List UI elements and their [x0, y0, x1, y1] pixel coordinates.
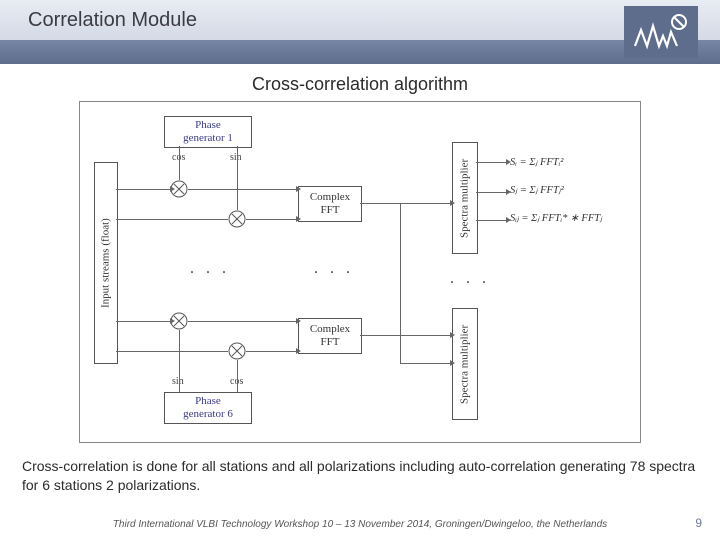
input-streams-block: Input streams (float): [94, 162, 118, 364]
wire: [360, 335, 450, 336]
block-diagram: Input streams (float) Phase generator 1 …: [79, 101, 641, 443]
equation-sj: Sⱼ = Σⱼ FFTⱼ²: [510, 184, 564, 196]
sin-label-top: sin: [230, 152, 242, 163]
wire: [179, 146, 180, 180]
wire: [476, 162, 506, 163]
wire: [400, 203, 401, 363]
equation-sij: Sᵢⱼ = Σⱼ FFTᵢ* ∗ FFTⱼ: [510, 212, 602, 224]
header-bar: [0, 40, 720, 64]
wire: [188, 321, 296, 322]
complex-fft-1: Complex FFT: [298, 186, 362, 222]
multiplier-icon: [228, 210, 246, 228]
sin-label-bottom: sin: [172, 376, 184, 387]
institute-logo: [624, 6, 698, 58]
complex-fft-2: Complex FFT: [298, 318, 362, 354]
wire: [116, 351, 228, 352]
wire: [400, 363, 450, 364]
diagram-title: Cross-correlation algorithm: [0, 74, 720, 95]
spectra-multiplier-1: Spectra multiplier: [452, 142, 478, 254]
caption-text: Cross-correlation is done for all statio…: [22, 457, 698, 495]
wire: [179, 330, 180, 392]
wire: [116, 321, 170, 322]
equation-si: Sᵢ = Σⱼ FFTᵢ²: [510, 156, 563, 168]
page-title: Correlation Module: [28, 9, 197, 32]
phase-generator-1: Phase generator 1: [164, 116, 252, 148]
wire: [116, 189, 170, 190]
wire: [476, 192, 506, 193]
wire: [237, 146, 238, 210]
wire: [237, 360, 238, 392]
wire: [360, 203, 450, 204]
wire: [476, 220, 506, 221]
ellipsis: . . .: [190, 260, 230, 278]
multiplier-icon: [228, 342, 246, 360]
header-top: Correlation Module: [0, 0, 720, 40]
phase-generator-6: Phase generator 6: [164, 392, 252, 424]
wire: [116, 219, 228, 220]
wire: [188, 189, 296, 190]
footer-text: Third International VLBI Technology Work…: [0, 519, 720, 530]
ellipsis: . . .: [450, 270, 490, 288]
ellipsis: . . .: [314, 260, 354, 278]
wire: [246, 219, 296, 220]
wire: [246, 351, 296, 352]
slide-footer: Third International VLBI Technology Work…: [0, 519, 720, 530]
spectra-multiplier-2: Spectra multiplier: [452, 308, 478, 420]
slide-header: Correlation Module: [0, 0, 720, 64]
page-number: 9: [695, 516, 702, 530]
